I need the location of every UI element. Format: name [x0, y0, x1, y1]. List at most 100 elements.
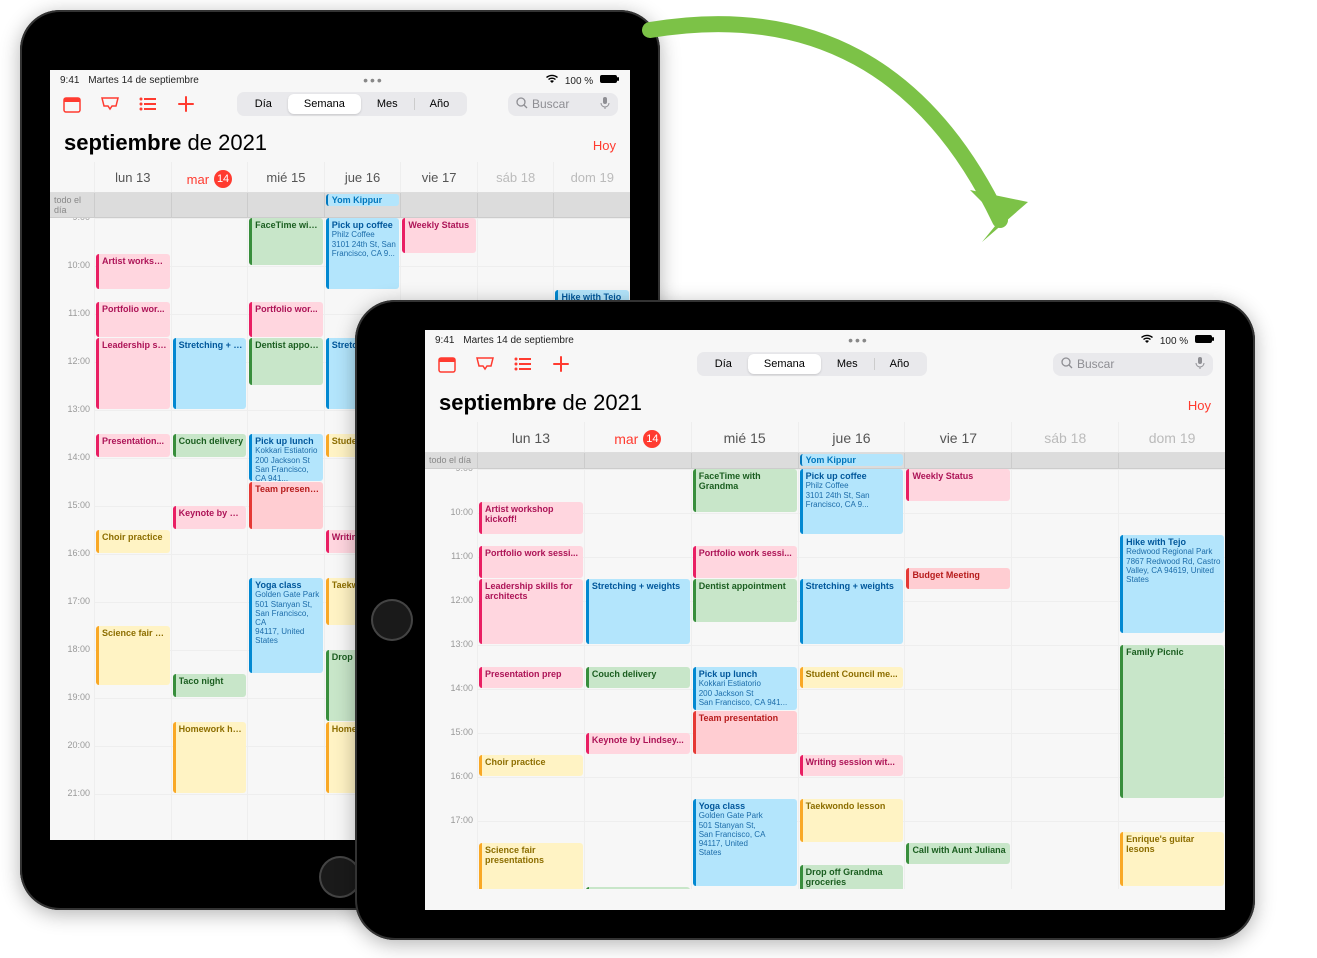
allday-cell-lun[interactable]	[94, 193, 171, 217]
event[interactable]: Portfolio work sessi...	[693, 546, 797, 578]
event[interactable]: Science fair presentations	[96, 626, 170, 685]
day-column-mie[interactable]: FaceTime with GrandmaPortfolio work sess…	[691, 469, 798, 889]
list-icon[interactable]	[138, 94, 158, 114]
day-header-vie[interactable]: vie 17	[400, 162, 477, 192]
day-column-lun[interactable]: Artist workshop kickoff! Portfolio work s…	[477, 469, 584, 889]
view-segment[interactable]: Día Semana Mes Año	[697, 352, 927, 376]
mic-icon[interactable]	[600, 96, 610, 113]
event[interactable]: Stretching + weights	[800, 579, 904, 644]
event[interactable]: Portfolio wor...	[249, 302, 323, 337]
event[interactable]: Weekly Status	[402, 218, 476, 253]
event[interactable]: Leadership skills for architects	[479, 579, 583, 644]
event[interactable]: Pick up lunchKokkari Estiatorio 200 Jack…	[693, 667, 797, 710]
day-header-dom[interactable]: dom 19	[553, 162, 630, 192]
day-header-mar[interactable]: mar14	[171, 162, 248, 192]
allday-cell-dom[interactable]	[553, 193, 630, 217]
calendar-icon[interactable]	[437, 354, 457, 374]
day-column-mar[interactable]: Stretching + weightsCouch deliveryKeynot…	[171, 218, 248, 840]
event[interactable]: Stretching + weights	[586, 579, 690, 644]
search-input[interactable]: Buscar	[1053, 353, 1213, 376]
event[interactable]: Hike with TejoRedwood Regional Park 7867…	[1120, 535, 1224, 633]
event[interactable]: Choir practice	[479, 755, 583, 776]
event[interactable]: Budget Meeting	[906, 568, 1010, 589]
event[interactable]: Presentation...	[96, 434, 170, 457]
inbox-icon[interactable]	[475, 354, 495, 374]
event[interactable]: Enrique's guitar lesons	[1120, 832, 1224, 886]
day-header-vie[interactable]: vie 17	[904, 422, 1011, 452]
allday-cell-vie[interactable]	[400, 193, 477, 217]
seg-day[interactable]: Día	[239, 94, 288, 114]
allday-cell-lun[interactable]	[477, 453, 584, 468]
event[interactable]: Team presentation	[693, 711, 797, 754]
day-header-sab[interactable]: sáb 18	[1011, 422, 1118, 452]
calendar-icon[interactable]	[62, 94, 82, 114]
day-column-sab[interactable]	[1011, 469, 1118, 889]
today-link[interactable]: Hoy	[593, 138, 616, 153]
event[interactable]: Leadership skills for architects	[96, 338, 170, 409]
day-column-dom[interactable]: Hike with TejoRedwood Regional Park 7867…	[1118, 469, 1225, 889]
allday-cell-mie[interactable]	[691, 453, 798, 468]
mic-icon[interactable]	[1195, 356, 1205, 373]
allday-cell-dom[interactable]	[1118, 453, 1225, 468]
event[interactable]: Portfolio work sessi...	[479, 546, 583, 578]
seg-year[interactable]: Año	[874, 354, 926, 374]
day-header-mie[interactable]: mié 15	[247, 162, 324, 192]
event[interactable]: Student Council me...	[800, 667, 904, 688]
day-header-mie[interactable]: mié 15	[691, 422, 798, 452]
event[interactable]: Portfolio wor...	[96, 302, 170, 337]
seg-month[interactable]: Mes	[361, 94, 414, 114]
home-button[interactable]	[371, 599, 413, 641]
event[interactable]: Choir practice	[96, 530, 170, 553]
allday-cell-vie[interactable]	[904, 453, 1011, 468]
allday-cell-mar[interactable]	[171, 193, 248, 217]
add-icon[interactable]	[176, 94, 196, 114]
inbox-icon[interactable]	[100, 94, 120, 114]
allday-event[interactable]: Yom Kippur	[326, 194, 400, 206]
event[interactable]: Presentation prep	[479, 667, 583, 688]
seg-month[interactable]: Mes	[821, 354, 874, 374]
event[interactable]: Stretching + weights	[173, 338, 247, 409]
event[interactable]: Writing session wit...	[800, 755, 904, 776]
add-icon[interactable]	[551, 354, 571, 374]
day-header-jue[interactable]: jue 16	[324, 162, 401, 192]
event[interactable]: Artist workshop kickoff!	[479, 502, 583, 534]
day-header-sab[interactable]: sáb 18	[477, 162, 554, 192]
day-column-mie[interactable]: FaceTime with GrandmaPortfolio wor...Den…	[247, 218, 324, 840]
day-header-lun[interactable]: lun 13	[94, 162, 171, 192]
event[interactable]: Taco night	[173, 674, 247, 697]
week-grid[interactable]: 9:0010:0011:0012:0013:0014:0015:0016:001…	[425, 469, 1225, 889]
day-header-dom[interactable]: dom 19	[1118, 422, 1225, 452]
search-input[interactable]: Buscar	[508, 93, 618, 116]
day-column-mar[interactable]: Stretching + weights Couch delivery Keynot…	[584, 469, 691, 889]
event[interactable]: Couch delivery	[586, 667, 690, 688]
event[interactable]: Keynote by Lindsey...	[586, 733, 690, 754]
event[interactable]: Taco night	[586, 887, 690, 889]
seg-year[interactable]: Año	[414, 94, 466, 114]
event[interactable]: Team presentation	[249, 482, 323, 529]
multitask-dots[interactable]: •••	[848, 332, 869, 348]
event[interactable]: Taekwondo lesson	[800, 799, 904, 842]
seg-week[interactable]: Semana	[748, 354, 821, 374]
event[interactable]: Weekly Status	[906, 469, 1010, 501]
side-button[interactable]	[1254, 602, 1255, 638]
seg-day[interactable]: Día	[699, 354, 748, 374]
event[interactable]: Artist workshop kickoff!	[96, 254, 170, 289]
day-header-mar[interactable]: mar14	[584, 422, 691, 452]
allday-cell-mie[interactable]	[247, 193, 324, 217]
event[interactable]: Homework help	[173, 722, 247, 793]
event[interactable]: Science fair presentations	[479, 843, 583, 889]
day-header-jue[interactable]: jue 16	[798, 422, 905, 452]
multitask-dots[interactable]: •••	[363, 72, 384, 88]
allday-cell-jue[interactable]: Yom Kippur	[324, 193, 401, 217]
event[interactable]: Pick up coffeePhilz Coffee 3101 24th St,…	[326, 218, 400, 289]
allday-cell-sab[interactable]	[1011, 453, 1118, 468]
allday-cell-jue[interactable]: Yom Kippur	[798, 453, 905, 468]
event[interactable]: Dentist appointment	[249, 338, 323, 385]
event[interactable]: Yoga classGolden Gate Park 501 Stanyan S…	[249, 578, 323, 673]
today-link[interactable]: Hoy	[1188, 398, 1211, 413]
event[interactable]: Call with Aunt Juliana	[906, 843, 1010, 864]
event[interactable]: Dentist appointment	[693, 579, 797, 622]
event[interactable]: Pick up lunchKokkari Estiatorio 200 Jack…	[249, 434, 323, 481]
day-header-lun[interactable]: lun 13	[477, 422, 584, 452]
event[interactable]: Couch delivery	[173, 434, 247, 457]
